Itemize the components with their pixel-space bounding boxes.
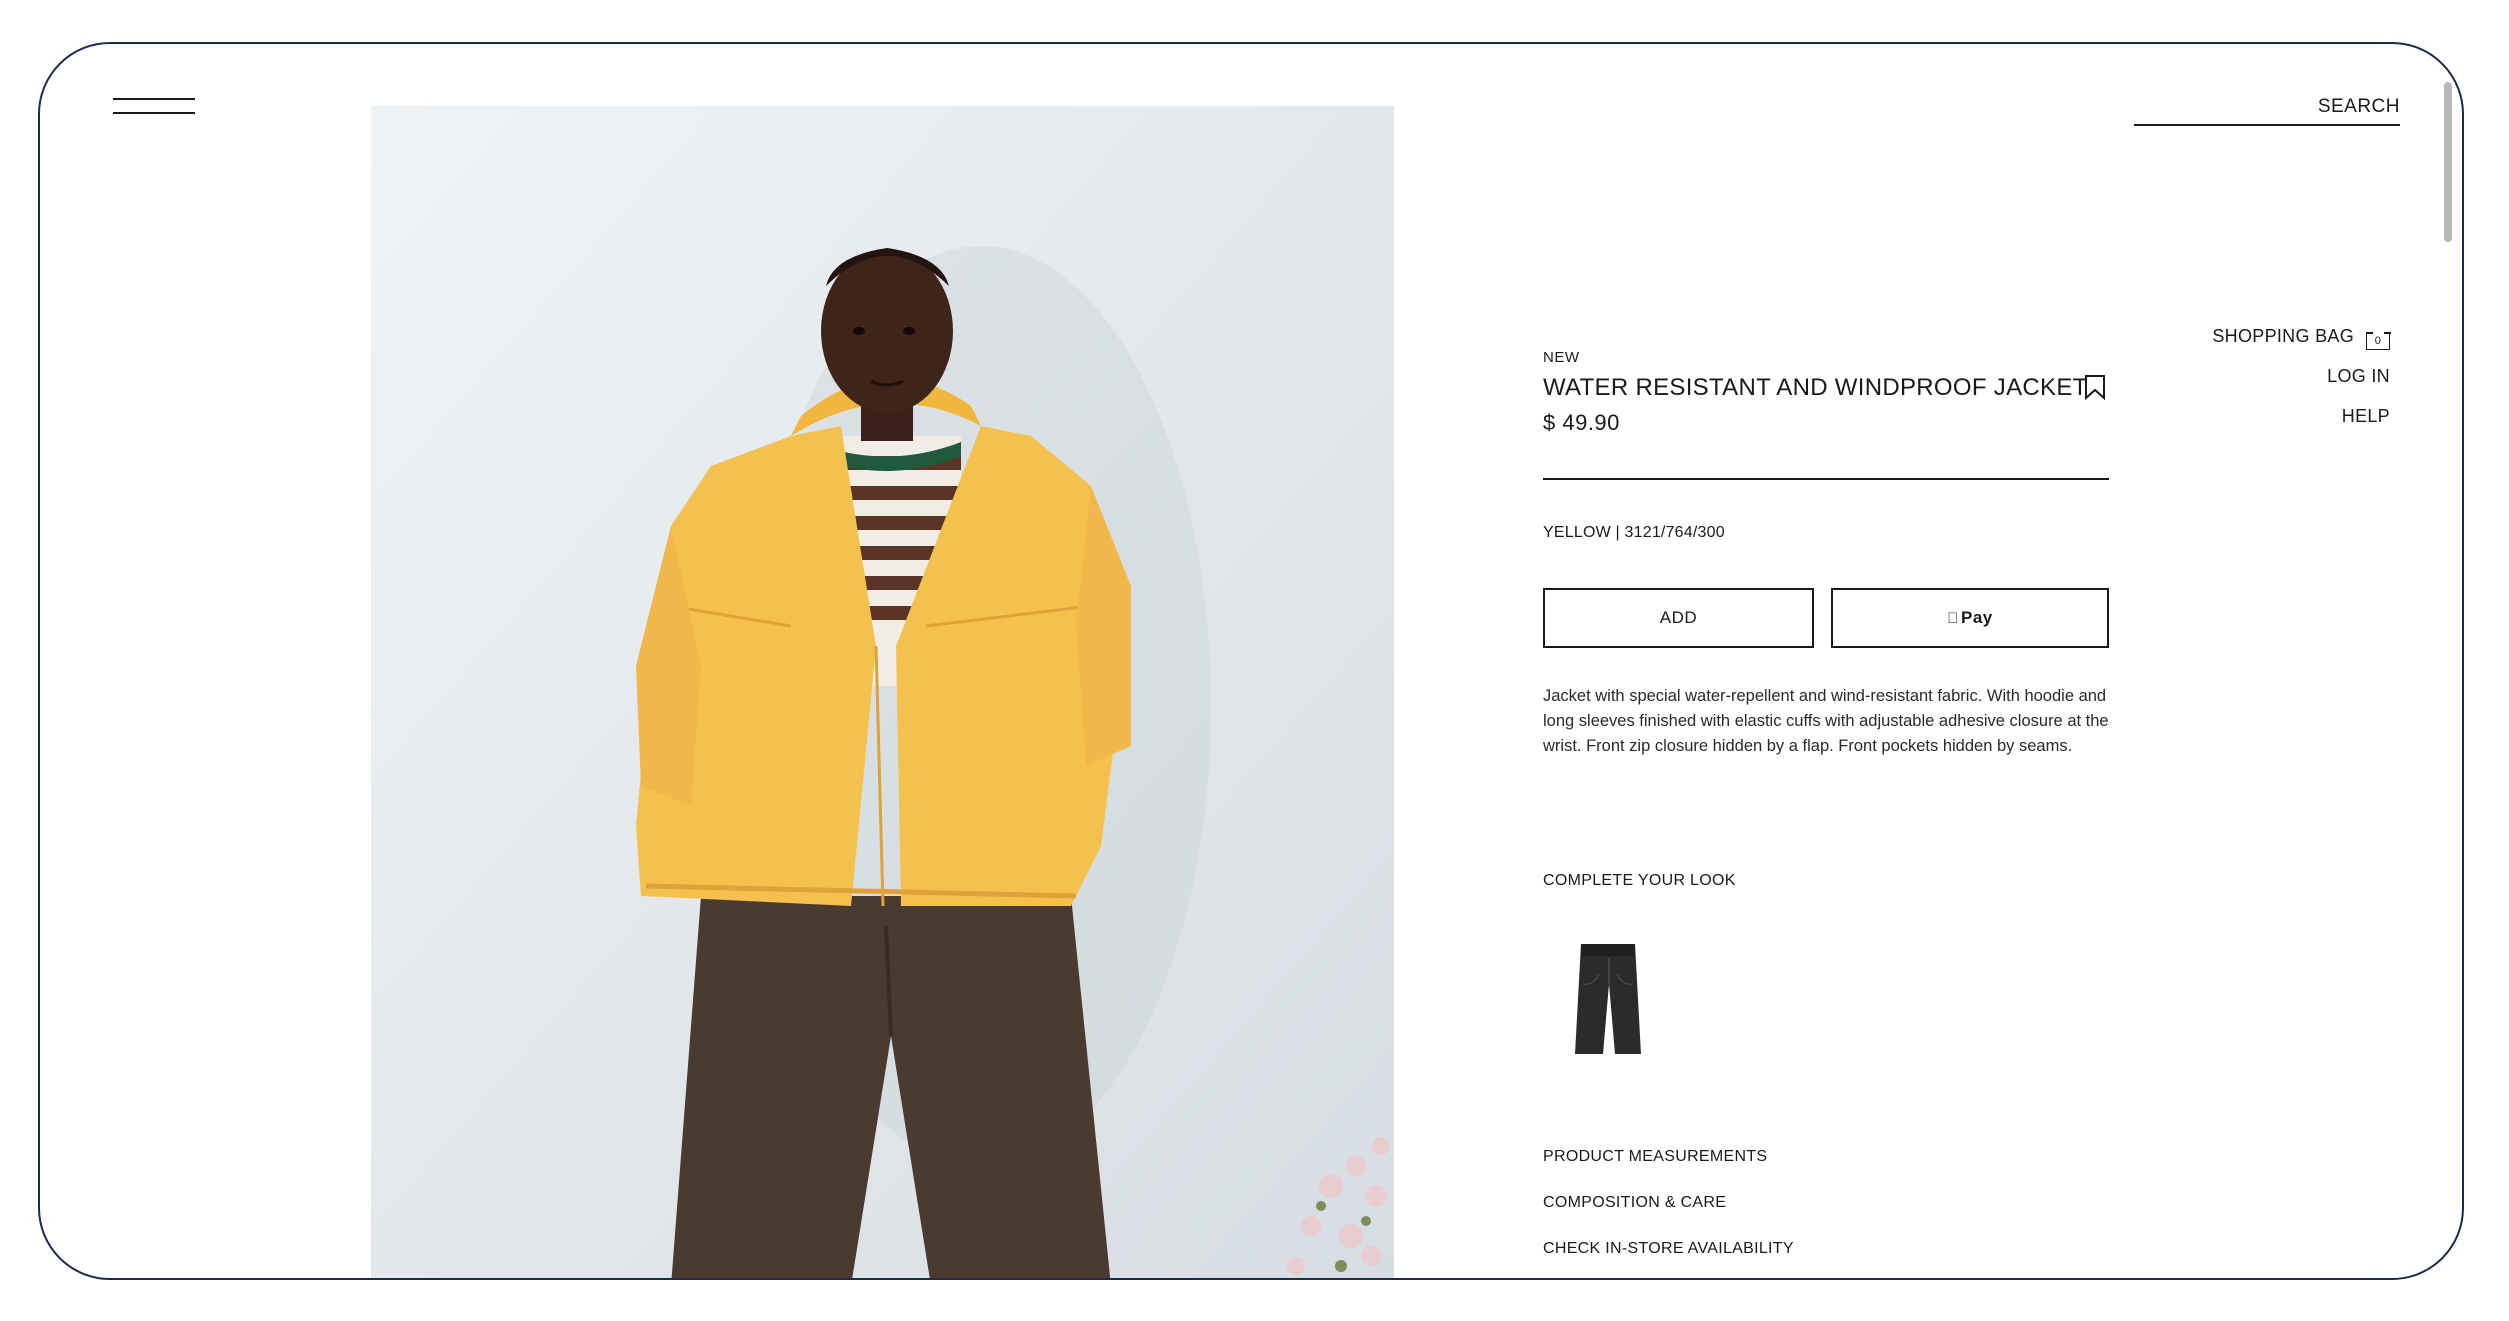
store-availability-link[interactable]: CHECK IN-STORE AVAILABILITY <box>1543 1240 1794 1258</box>
apple-logo-icon:  <box>1947 610 1959 627</box>
bookmark-icon[interactable] <box>2084 374 2106 401</box>
product-title: WATER RESISTANT AND WINDPROOF JACKET <box>1543 374 2088 401</box>
bag-count: 0 <box>2374 335 2382 347</box>
product-photo-illustration <box>371 106 1394 1278</box>
help-link[interactable]: HELP <box>2212 396 2390 436</box>
apple-pay-label: Pay <box>1955 608 1992 627</box>
search-field[interactable]: SEARCH <box>2134 88 2400 126</box>
product-price: $ 49.90 <box>1543 410 1620 435</box>
shopping-bag-link[interactable]: SHOPPING BAG 0 <box>2212 316 2391 356</box>
shopping-bag-icon: 0 <box>2365 332 2391 350</box>
apple-pay-button[interactable]: Pay <box>1831 588 2109 648</box>
jeans-thumbnail[interactable] <box>1563 924 1653 1064</box>
search-label: SEARCH <box>2317 96 2400 117</box>
new-badge: NEW <box>1543 349 1580 366</box>
browser-frame: SEARCH SHOPPING BAG 0 LOG IN HELP NEW WA… <box>38 42 2464 1280</box>
shopping-bag-label: SHOPPING BAG <box>2212 326 2354 346</box>
color-reference: YELLOW | 3121/764/300 <box>1543 524 1725 541</box>
add-to-bag-button[interactable]: ADD <box>1543 588 1814 648</box>
composition-care-link[interactable]: COMPOSITION & CARE <box>1543 1194 1726 1212</box>
hamburger-menu-icon[interactable] <box>113 92 195 120</box>
product-description: Jacket with special water-repellent and … <box>1543 687 2109 755</box>
complete-look-heading: COMPLETE YOUR LOOK <box>1543 872 1736 889</box>
divider <box>1543 478 2109 480</box>
scrollbar-thumb[interactable] <box>2444 82 2452 242</box>
product-measurements-link[interactable]: PRODUCT MEASUREMENTS <box>1543 1148 1767 1166</box>
product-image[interactable] <box>371 106 1394 1278</box>
account-nav: SHOPPING BAG 0 LOG IN HELP <box>2212 316 2391 436</box>
login-link[interactable]: LOG IN <box>2212 356 2390 396</box>
